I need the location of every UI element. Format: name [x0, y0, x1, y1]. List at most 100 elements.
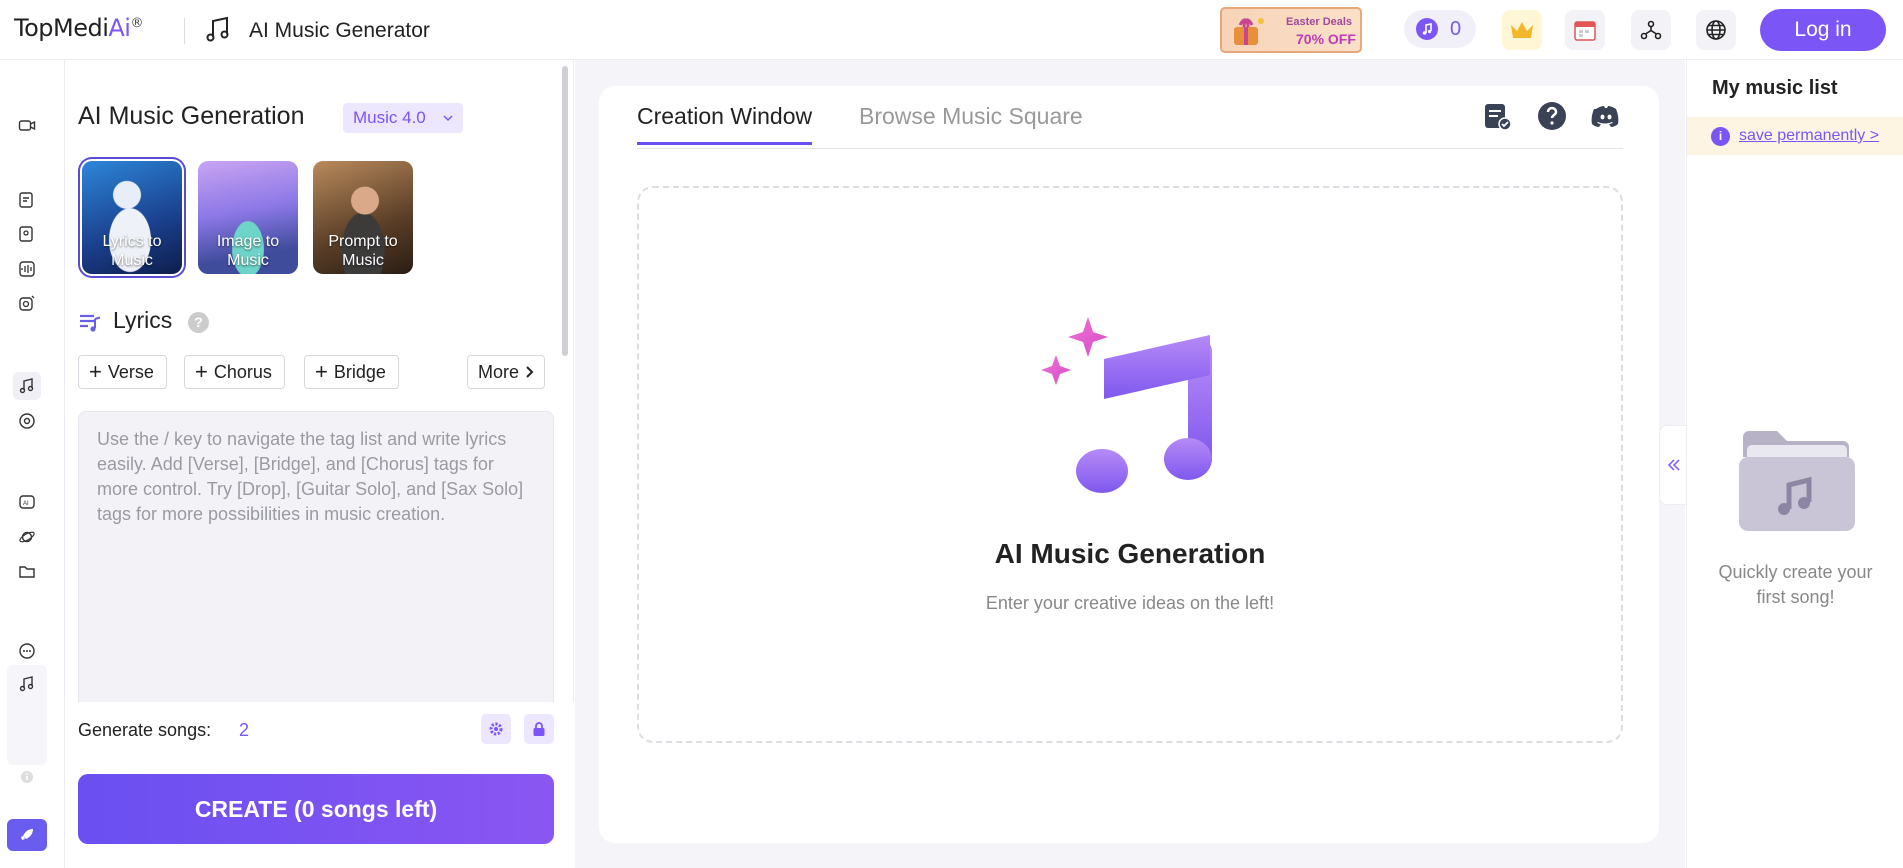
promo-line-2: 70% OFF	[1296, 31, 1356, 47]
logo-accent-text: Ai	[108, 14, 131, 42]
mode-lyrics-to-music[interactable]: Lyrics to Music	[82, 161, 182, 274]
save-notice-bar: i save permanently >	[1687, 117, 1903, 155]
empty-state-dropzone: AI Music Generation Enter your creative …	[637, 186, 1623, 743]
globe-icon	[1706, 20, 1726, 40]
vinyl-disc-icon	[19, 413, 35, 429]
music-list-title: My music list	[1712, 77, 1838, 99]
rail-disc-tool[interactable]	[13, 407, 41, 435]
create-button[interactable]: CREATE (0 songs left)	[78, 774, 554, 844]
task-list-icon[interactable]	[1481, 100, 1513, 132]
discord-icon[interactable]	[1590, 100, 1622, 132]
model-version-select[interactable]: Music 4.0	[343, 103, 463, 133]
promo-banner[interactable]: Easter Deals 70% OFF	[1220, 7, 1362, 53]
api-button[interactable]	[1631, 10, 1671, 50]
brand-logo[interactable]: TopMediAi®	[14, 14, 143, 42]
music-note-icon	[206, 16, 229, 42]
generate-songs-label: Generate songs:	[78, 720, 212, 740]
rail-text-tool[interactable]	[13, 186, 41, 214]
collapse-panel-button[interactable]	[1659, 425, 1687, 505]
rail-video-tool[interactable]	[13, 111, 41, 139]
rail-ai-tool[interactable]: AI	[13, 488, 41, 516]
rail-audio-tool[interactable]	[13, 255, 41, 283]
lyrics-help-icon[interactable]: ?	[188, 312, 209, 333]
logo-text: TopMedi	[14, 14, 109, 42]
save-permanently-link[interactable]: save permanently >	[1739, 127, 1879, 145]
add-bridge-button[interactable]: + Bridge	[304, 355, 399, 389]
tab-divider	[637, 148, 1623, 149]
info-icon	[21, 771, 33, 783]
plus-icon: +	[195, 359, 208, 384]
panel-scrollbar[interactable]	[562, 66, 568, 356]
rail-chat[interactable]	[13, 637, 41, 665]
generate-songs-value[interactable]: 2	[239, 720, 249, 741]
lock-icon	[533, 722, 545, 736]
more-label: More	[478, 361, 520, 382]
plus-icon: +	[89, 359, 102, 384]
rail-voice-tool[interactable]	[13, 289, 41, 317]
rail-music-generator[interactable]	[13, 372, 41, 400]
panel-title: AI Music Generation	[78, 102, 305, 130]
logo-registered-mark: ®	[130, 16, 143, 31]
rail-folder[interactable]	[13, 557, 41, 585]
document-edit-icon	[19, 192, 33, 208]
empty-state-title: AI Music Generation	[994, 538, 1266, 569]
tab-creation-window[interactable]: Creation Window	[637, 103, 813, 145]
rail-launch-button[interactable]	[7, 819, 47, 851]
info-icon: i	[1711, 127, 1730, 146]
rail-image-tool[interactable]	[13, 220, 41, 248]
app-title: AI Music Generator	[249, 19, 430, 42]
generate-footer: Generate songs: 2 CREATE (0 songs left)	[66, 702, 574, 868]
tool-sidebar: AI	[0, 60, 65, 868]
calendar-icon	[1574, 21, 1596, 41]
more-tags-button[interactable]: More	[467, 355, 546, 389]
credits-value: 0	[1450, 18, 1462, 40]
gift-icon	[1234, 18, 1264, 45]
mode-image-to-music[interactable]: Image to Music	[198, 161, 298, 274]
rail-explore[interactable]	[13, 523, 41, 551]
calendar-button[interactable]	[1565, 10, 1605, 50]
top-header: TopMediAi® AI Music Generator Easter Dea…	[0, 0, 1903, 60]
tag-label: Verse	[107, 361, 154, 382]
tab-browse-music-square[interactable]: Browse Music Square	[859, 103, 1083, 130]
tag-label: Bridge	[333, 361, 386, 382]
login-button[interactable]: Log in	[1760, 9, 1886, 51]
promo-line-1: Easter Deals	[1286, 16, 1353, 28]
add-chorus-button[interactable]: + Chorus	[184, 355, 285, 389]
creation-card: Creation Window Browse Music Square AI M…	[599, 86, 1659, 843]
mode-label: Lyrics to Music	[102, 233, 162, 269]
settings-button[interactable]	[481, 714, 511, 744]
lock-button[interactable]	[524, 714, 554, 744]
add-verse-button[interactable]: + Verse	[78, 355, 167, 389]
network-icon	[1640, 20, 1662, 40]
rail-my-music[interactable]	[7, 665, 47, 765]
header-divider	[184, 18, 185, 44]
ai-chip-icon: AI	[19, 495, 35, 509]
music-list-empty-text: Quickly create your first song!	[1718, 562, 1873, 607]
language-button[interactable]	[1696, 10, 1736, 50]
mode-label: Image to Music	[216, 233, 280, 269]
music-note-illustration-icon	[1042, 317, 1212, 493]
help-circle-icon[interactable]	[1536, 100, 1568, 132]
chevron-down-icon	[443, 115, 453, 122]
plus-icon: +	[315, 359, 328, 384]
folder-icon	[19, 566, 35, 578]
credit-coin-icon	[1416, 18, 1438, 40]
music-note-icon	[19, 378, 34, 394]
model-version-label: Music 4.0	[353, 108, 426, 127]
gear-icon	[489, 722, 503, 736]
voice-icon	[19, 295, 35, 311]
video-camera-icon	[18, 120, 36, 131]
creation-area: Creation Window Browse Music Square AI M…	[575, 60, 1685, 868]
empty-state-subtitle: Enter your creative ideas on the left!	[985, 593, 1275, 613]
premium-button[interactable]	[1502, 10, 1542, 50]
mode-label: Prompt to Music	[328, 233, 398, 269]
audio-file-icon	[19, 261, 35, 277]
chevron-right-icon	[526, 366, 534, 378]
music-list-panel: My music list i save permanently > Quick…	[1686, 60, 1903, 868]
double-chevron-left-icon	[1667, 459, 1680, 471]
music-folder-icon	[1739, 431, 1855, 531]
lyrics-placeholder: Use the / key to navigate the tag list a…	[97, 429, 524, 524]
credits-counter[interactable]: 0	[1404, 10, 1476, 48]
mode-prompt-to-music[interactable]: Prompt to Music	[313, 161, 413, 274]
rail-info[interactable]	[13, 763, 41, 791]
